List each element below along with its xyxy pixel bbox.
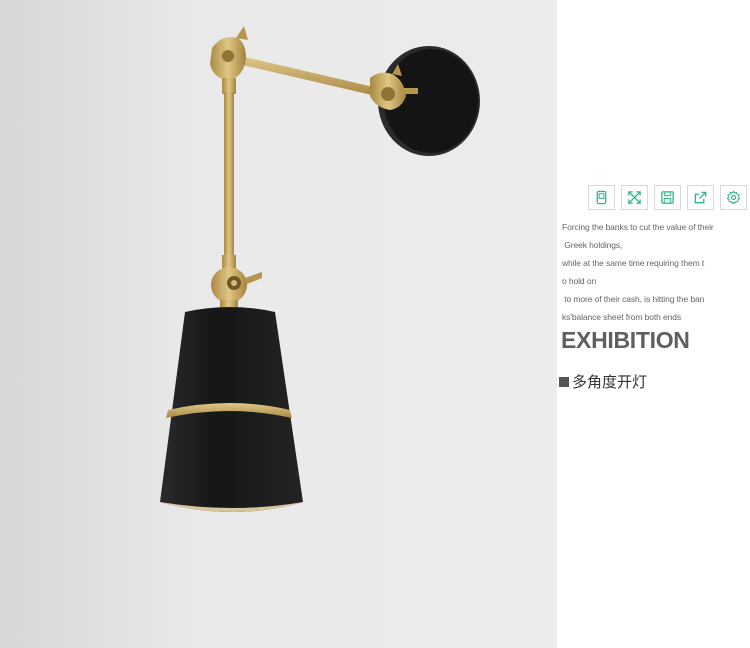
description-line: to more of their cash, is hitting the ba… — [562, 294, 705, 304]
settings-icon — [726, 190, 741, 205]
fullscreen-icon — [628, 191, 641, 204]
feature-label: 多角度开灯 — [572, 373, 648, 391]
vertical-stem — [224, 92, 234, 267]
tablet-icon — [596, 190, 607, 205]
save-button[interactable] — [654, 185, 681, 210]
wall-lamp-photo — [0, 0, 557, 648]
description-line: Forcing the banks to cut the value of th… — [562, 222, 714, 232]
settings-button[interactable] — [720, 185, 747, 210]
tablet-button[interactable] — [588, 185, 615, 210]
save-icon — [661, 191, 674, 204]
feature-item: 多角度开灯 — [559, 371, 647, 392]
description-line: while at the same time requiring them t — [562, 258, 705, 268]
description-line: ks'balance sheet from both ends — [562, 312, 682, 322]
share-button[interactable] — [687, 185, 714, 210]
description-line: o hold on — [562, 276, 597, 286]
share-icon — [694, 191, 707, 204]
stem-collar — [222, 255, 236, 269]
description-text: Forcing the banks to cut the value of th… — [562, 218, 747, 326]
square-bullet-icon — [559, 376, 569, 387]
image-toolbar — [588, 185, 747, 210]
description-line: Greek holdings, — [562, 240, 623, 250]
fullscreen-button[interactable] — [621, 185, 648, 210]
section-heading: EXHIBITION — [561, 327, 690, 353]
product-photo — [0, 0, 557, 648]
